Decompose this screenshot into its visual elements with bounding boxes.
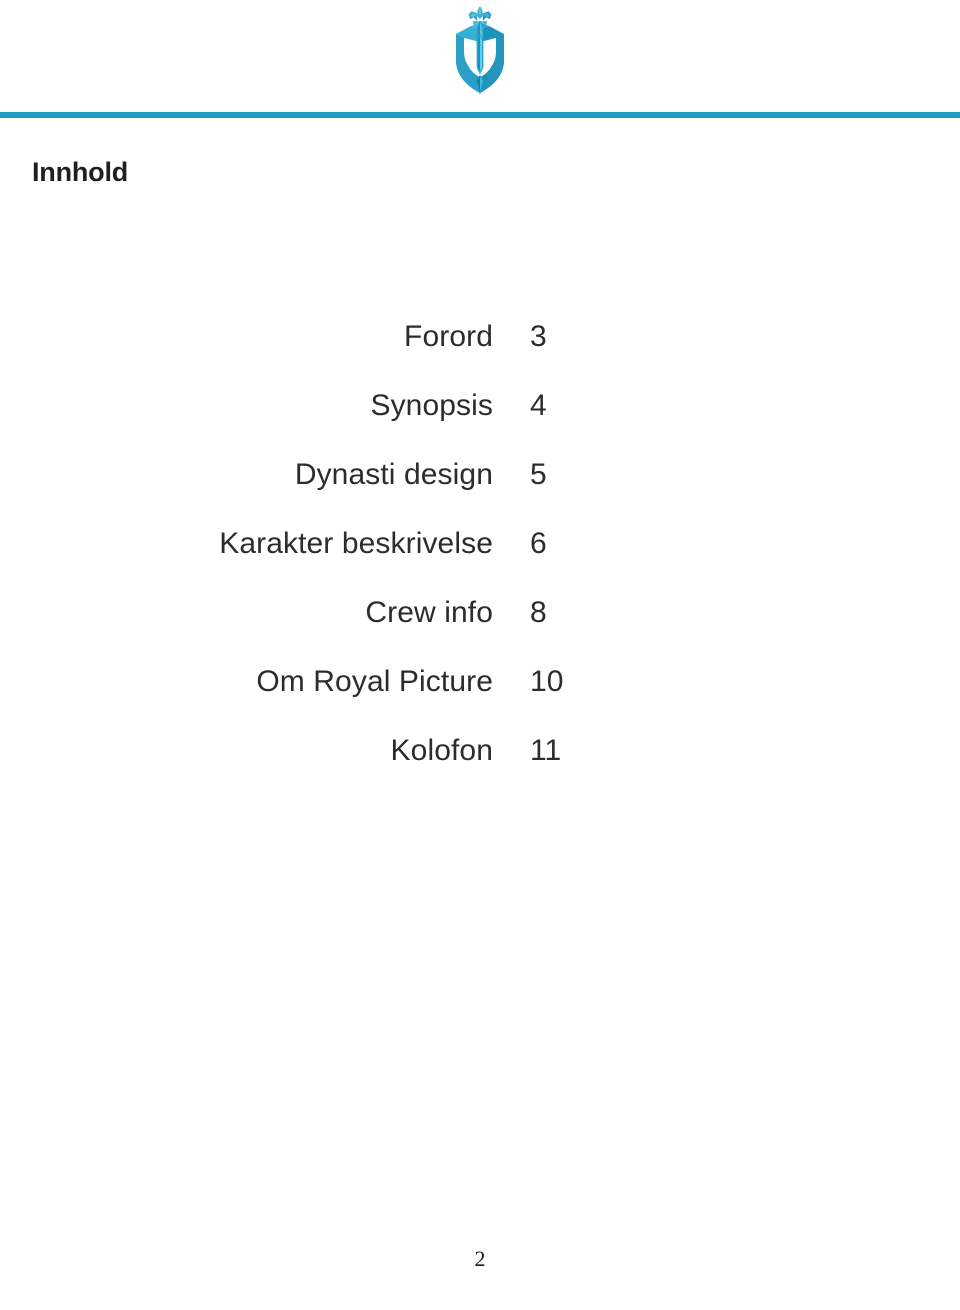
toc-entry-page-number: 4	[530, 389, 547, 422]
toc-entry-forord[interactable]: Forord 3	[0, 320, 960, 389]
table-of-contents: Forord 3 Synopsis 4 Dynasti design 5 Kar…	[0, 320, 960, 803]
toc-entry-crew-info[interactable]: Crew info 8	[0, 596, 960, 665]
toc-entry-title: Synopsis	[370, 389, 493, 422]
toc-entry-title: Karakter beskrivelse	[219, 527, 493, 560]
header-rule-divider	[0, 112, 960, 118]
folio-page-number: 2	[474, 1246, 486, 1271]
toc-entry-page-number: 3	[530, 320, 547, 353]
toc-entry-kolofon[interactable]: Kolofon 11	[0, 734, 960, 803]
toc-entry-om-royal-picture[interactable]: Om Royal Picture 10	[0, 665, 960, 734]
toc-entry-page-number: 10	[530, 665, 564, 698]
toc-entry-title: Dynasti design	[294, 458, 493, 491]
page-title: Innhold	[32, 157, 129, 187]
royal-crown-emblem-icon	[456, 6, 504, 95]
page-header	[0, 0, 960, 113]
toc-entry-karakter-beskrivelse[interactable]: Karakter beskrivelse 6	[0, 527, 960, 596]
toc-entry-synopsis[interactable]: Synopsis 4	[0, 389, 960, 458]
toc-entry-title: Kolofon	[390, 734, 493, 767]
toc-entry-page-number: 8	[530, 596, 547, 629]
toc-entry-title: Forord	[404, 320, 493, 353]
toc-entry-page-number: 5	[530, 458, 547, 491]
toc-entry-page-number: 6	[530, 527, 547, 560]
toc-entry-dynasti-design[interactable]: Dynasti design 5	[0, 458, 960, 527]
toc-entry-title: Om Royal Picture	[256, 665, 493, 698]
page-footer: 2	[0, 1230, 960, 1310]
toc-entry-page-number: 11	[530, 734, 562, 767]
toc-entry-title: Crew info	[365, 596, 493, 629]
